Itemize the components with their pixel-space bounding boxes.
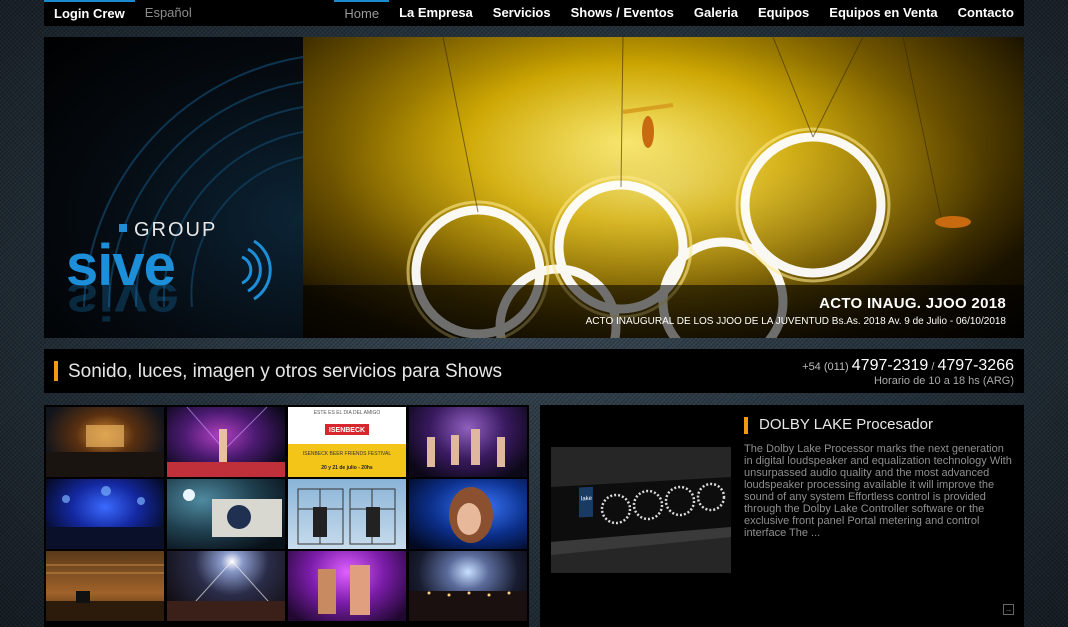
- gallery-thumb[interactable]: [288, 479, 406, 549]
- gallery-thumb[interactable]: [167, 479, 285, 549]
- gallery-thumb[interactable]: [167, 551, 285, 621]
- product-description: The Dolby Lake Processor marks the next …: [744, 443, 1012, 539]
- svg-text:ISENBECK: ISENBECK: [329, 427, 365, 434]
- hero-banner: GROUP sive sive ACTO INAUG. JJOO 2018 AC…: [44, 37, 1024, 338]
- nav-right: Home La Empresa Servicios Shows / Evento…: [334, 0, 1024, 26]
- gallery-thumb-poster[interactable]: ESTE ES EL DIA DEL AMIGO ISENBECK ISENBE…: [288, 407, 406, 477]
- tagline-text: Sonido, luces, imagen y otros servicios …: [68, 361, 503, 382]
- nav-left: Login Crew Español: [44, 0, 202, 26]
- svg-text:ISENBECK BEER FRIENDS FESTIVAL: ISENBECK BEER FRIENDS FESTIVAL: [303, 451, 391, 457]
- product-image[interactable]: lake: [551, 447, 731, 573]
- product-title[interactable]: DOLBY LAKE Procesador: [759, 416, 933, 433]
- phone-separator: /: [931, 361, 935, 373]
- gallery-thumb[interactable]: [409, 407, 527, 477]
- product-title-accent: [744, 417, 748, 434]
- phone-line: +54 (011) 4797-2319 / 4797-3266: [802, 357, 1014, 375]
- svg-text:20 y 21 de julio - 20hs: 20 y 21 de julio - 20hs: [321, 465, 373, 471]
- read-more-icon[interactable]: →: [1003, 604, 1014, 615]
- logo-panel[interactable]: GROUP sive sive: [44, 37, 303, 338]
- gallery-thumb[interactable]: [46, 407, 164, 477]
- office-hours: Horario de 10 a 18 hs (ARG): [873, 375, 1014, 387]
- top-navigation: Login Crew Español Home La Empresa Servi…: [44, 0, 1024, 26]
- gallery-thumb[interactable]: [288, 551, 406, 621]
- gallery-thumb[interactable]: [46, 479, 164, 549]
- tagline-bar: Sonido, luces, imagen y otros servicios …: [44, 349, 1024, 393]
- hero-subtitle: ACTO INAUGURAL DE LOS JJOO DE LA JUVENTU…: [585, 316, 1006, 327]
- svg-text:lake: lake: [581, 496, 593, 503]
- hero-title[interactable]: ACTO INAUG. JJOO 2018: [819, 295, 1006, 312]
- phone-prefix: +54 (011): [802, 361, 849, 373]
- svg-text:ESTE ES EL DIA DEL AMIGO: ESTE ES EL DIA DEL AMIGO: [314, 410, 381, 416]
- phone-number-1: 4797-2319: [851, 357, 929, 374]
- login-crew-link[interactable]: Login Crew: [44, 0, 135, 26]
- nav-equipos-en-venta[interactable]: Equipos en Venta: [819, 0, 947, 26]
- nav-home[interactable]: Home: [334, 0, 390, 26]
- gallery-thumb[interactable]: [46, 551, 164, 621]
- contact-info: +54 (011) 4797-2319 / 4797-3266 Horario …: [802, 357, 1014, 387]
- nav-servicios[interactable]: Servicios: [483, 0, 561, 26]
- gallery-thumb[interactable]: [167, 407, 285, 477]
- gallery-thumb[interactable]: [409, 479, 527, 549]
- dolby-lake-processor-image: lake: [551, 447, 731, 573]
- poster-image: ESTE ES EL DIA DEL AMIGO ISENBECK ISENBE…: [288, 410, 406, 477]
- nav-shows-eventos[interactable]: Shows / Eventos: [561, 0, 684, 26]
- photo-gallery: ESTE ES EL DIA DEL AMIGO ISENBECK ISENBE…: [44, 405, 529, 627]
- logo-reflection: sive: [66, 272, 179, 331]
- nav-equipos[interactable]: Equipos: [748, 0, 819, 26]
- nav-contacto[interactable]: Contacto: [948, 0, 1024, 26]
- phone-number-2: 4797-3266: [937, 357, 1014, 374]
- language-selector[interactable]: Español: [135, 0, 202, 26]
- nav-la-empresa[interactable]: La Empresa: [389, 0, 483, 26]
- hero-caption: ACTO INAUG. JJOO 2018 ACTO INAUGURAL DE …: [303, 285, 1024, 338]
- tagline-accent: [54, 361, 58, 381]
- sive-logo: GROUP sive sive: [66, 56, 303, 331]
- nav-galeria[interactable]: Galeria: [684, 0, 748, 26]
- gallery-thumb[interactable]: [409, 551, 527, 621]
- featured-product: lake DOLBY LAKE Procesador The Dolby Lak…: [540, 405, 1024, 627]
